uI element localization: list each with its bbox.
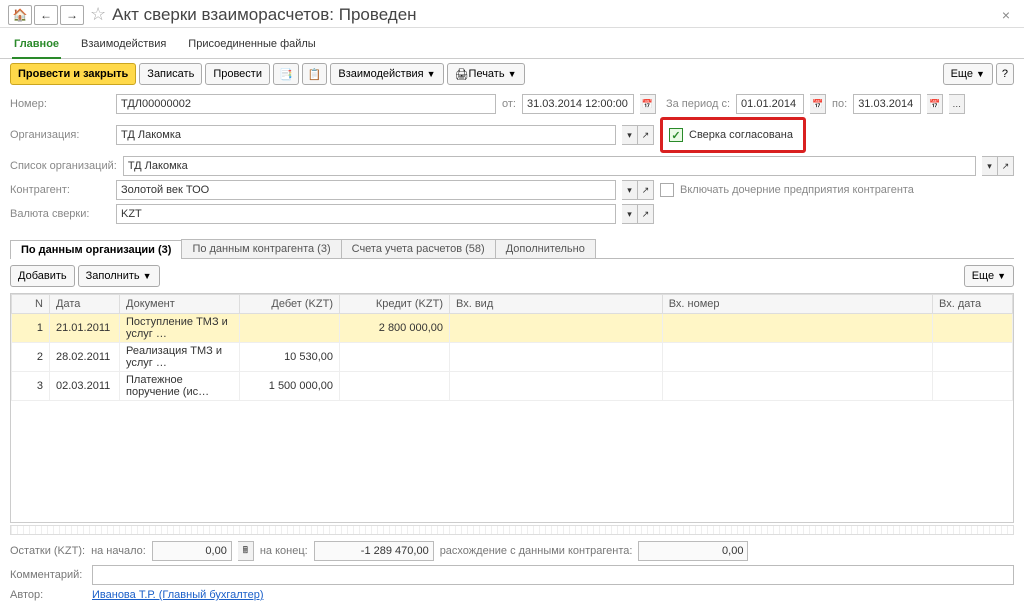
balance-end-label: на конец:: [260, 545, 308, 557]
balance-start-label: на начало:: [91, 545, 146, 557]
post-and-close-button[interactable]: Провести и закрыть: [10, 63, 136, 85]
help-button[interactable]: ?: [996, 63, 1014, 85]
data-table-wrap: N Дата Документ Дебет (KZT) Кредит (KZT)…: [10, 293, 1014, 523]
col-incoming-date[interactable]: Вх. дата: [933, 295, 1013, 314]
main-toolbar: Провести и закрыть Записать Провести 📑 📋…: [0, 59, 1024, 89]
organization-label: Организация:: [10, 129, 110, 141]
forward-button[interactable]: →: [60, 5, 84, 25]
include-children-label: Включать дочерние предприятия контрагент…: [680, 184, 914, 196]
org-list-field[interactable]: ТД Лакомка: [123, 156, 976, 176]
window-header: 🏠 ← → ☆ Акт сверки взаиморасчетов: Прове…: [0, 0, 1024, 28]
currency-label: Валюта сверки:: [10, 208, 110, 220]
table-row[interactable]: 121.01.2011Поступление ТМЗ и услуг …2 80…: [12, 314, 1013, 343]
col-date[interactable]: Дата: [50, 295, 120, 314]
period-to-calendar-icon[interactable]: 📅: [927, 94, 943, 114]
more-dropdown[interactable]: Еще▼: [943, 63, 993, 85]
counterparty-dropdown-icon[interactable]: ▾: [622, 180, 638, 200]
reconcile-agreed-label: Сверка согласована: [689, 129, 793, 141]
number-field[interactable]: ТДЛ00000002: [116, 94, 496, 114]
print-dropdown[interactable]: 🖨 Печать▼: [447, 63, 525, 85]
related-icon[interactable]: 📋: [302, 63, 328, 85]
currency-open-icon[interactable]: ↗: [638, 204, 654, 224]
balance-start-field: 0,00: [152, 541, 232, 561]
period-from-calendar-icon[interactable]: 📅: [810, 94, 826, 114]
balance-diff-field: 0,00: [638, 541, 748, 561]
period-label: За период с:: [666, 98, 730, 110]
favorite-icon[interactable]: ☆: [90, 4, 106, 25]
counterparty-label: Контрагент:: [10, 184, 110, 196]
balance-end-field: -1 289 470,00: [314, 541, 434, 561]
counterparty-field[interactable]: Золотой век ТОО: [116, 180, 616, 200]
add-row-button[interactable]: Добавить: [10, 265, 75, 287]
fill-dropdown[interactable]: Заполнить▼: [78, 265, 160, 287]
back-button[interactable]: ←: [34, 5, 58, 25]
author-label: Автор:: [10, 589, 86, 601]
period-to-field[interactable]: 31.03.2014: [853, 94, 921, 114]
org-list-dropdown-icon[interactable]: ▾: [982, 156, 998, 176]
col-credit[interactable]: Кредит (KZT): [340, 295, 450, 314]
structure-icon[interactable]: 📑: [273, 63, 299, 85]
subtab-accounts[interactable]: Счета учета расчетов (58): [341, 239, 496, 258]
form-area: Номер: ТДЛ00000002 от: 31.03.2014 12:00:…: [0, 89, 1024, 233]
close-button[interactable]: ×: [996, 7, 1016, 23]
balances-label: Остатки (KZT):: [10, 545, 85, 557]
table-row[interactable]: 228.02.2011Реализация ТМЗ и услуг …10 53…: [12, 343, 1013, 372]
tab-interactions[interactable]: Взаимодействия: [79, 34, 168, 58]
col-incoming-kind[interactable]: Вх. вид: [450, 295, 663, 314]
comment-label: Комментарий:: [10, 569, 86, 581]
period-to-label: по:: [832, 98, 847, 110]
period-select-button[interactable]: …: [949, 94, 965, 114]
col-incoming-no[interactable]: Вх. номер: [662, 295, 932, 314]
from-label: от:: [502, 98, 516, 110]
organization-open-icon[interactable]: ↗: [638, 125, 654, 145]
post-button[interactable]: Провести: [205, 63, 270, 85]
page-title: Акт сверки взаиморасчетов: Проведен: [112, 5, 996, 25]
balances-row: Остатки (KZT): на начало: 0,00 🖩 на коне…: [0, 539, 1024, 563]
table-more-dropdown[interactable]: Еще▼: [964, 265, 1014, 287]
organization-dropdown-icon[interactable]: ▾: [622, 125, 638, 145]
col-doc[interactable]: Документ: [120, 295, 240, 314]
author-link[interactable]: Иванова Т.Р. (Главный бухгалтер): [92, 589, 264, 601]
data-subtabs: По данным организации (3) По данным конт…: [10, 239, 1014, 259]
period-from-field[interactable]: 01.01.2014: [736, 94, 804, 114]
data-table: N Дата Документ Дебет (KZT) Кредит (KZT)…: [11, 294, 1013, 401]
subtab-org-data[interactable]: По данным организации (3): [10, 240, 182, 259]
save-button[interactable]: Записать: [139, 63, 202, 85]
balance-start-calc-icon[interactable]: 🖩: [238, 541, 254, 561]
subtab-cp-data[interactable]: По данным контрагента (3): [181, 239, 341, 258]
table-row[interactable]: 302.03.2011Платежное поручение (ис…1 500…: [12, 372, 1013, 401]
table-toolbar: Добавить Заполнить▼ Еще▼: [0, 259, 1024, 293]
currency-field[interactable]: KZT: [116, 204, 616, 224]
number-label: Номер:: [10, 98, 110, 110]
from-date-calendar-icon[interactable]: 📅: [640, 94, 656, 114]
home-button[interactable]: 🏠: [8, 5, 32, 25]
org-list-label: Список организаций:: [10, 160, 117, 172]
col-debit[interactable]: Дебет (KZT): [240, 295, 340, 314]
counterparty-open-icon[interactable]: ↗: [638, 180, 654, 200]
include-children-checkbox[interactable]: ✓: [660, 183, 674, 197]
currency-dropdown-icon[interactable]: ▾: [622, 204, 638, 224]
reconcile-agreed-highlight: ✓ Сверка согласована: [660, 117, 806, 153]
comment-field[interactable]: [92, 565, 1014, 585]
balance-diff-label: расхождение с данными контрагента:: [440, 545, 633, 557]
from-date-field[interactable]: 31.03.2014 12:00:00: [522, 94, 634, 114]
h-scrollbar[interactable]: [10, 525, 1014, 535]
section-tabs: Главное Взаимодействия Присоединенные фа…: [0, 28, 1024, 59]
reconcile-agreed-checkbox[interactable]: ✓: [669, 128, 683, 142]
subtab-extra[interactable]: Дополнительно: [495, 239, 596, 258]
tab-main[interactable]: Главное: [12, 34, 61, 58]
tab-files[interactable]: Присоединенные файлы: [186, 34, 317, 58]
org-list-open-icon[interactable]: ↗: [998, 156, 1014, 176]
organization-field[interactable]: ТД Лакомка: [116, 125, 616, 145]
interactions-dropdown[interactable]: Взаимодействия▼: [330, 63, 443, 85]
col-n[interactable]: N: [12, 295, 50, 314]
